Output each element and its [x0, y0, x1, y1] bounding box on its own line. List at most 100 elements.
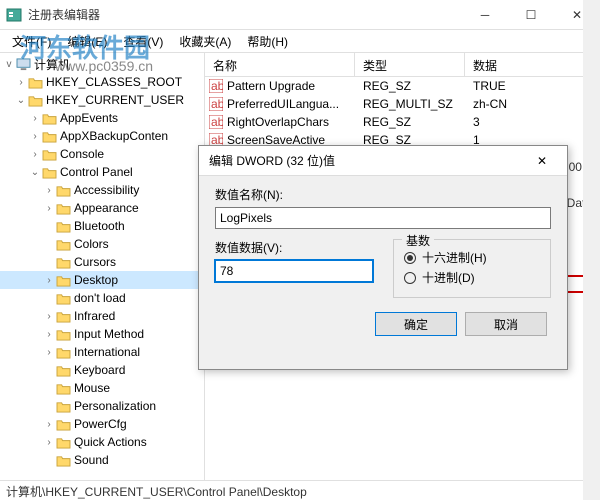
base-fieldset: 基数 十六进制(H) 十进制(D) [393, 239, 551, 298]
statusbar: 计算机\HKEY_CURRENT_USER\Control Panel\Desk… [0, 480, 600, 500]
tree-label: Quick Actions [74, 435, 147, 449]
expander-icon[interactable]: ⌄ [28, 167, 42, 178]
tree-item[interactable]: › Quick Actions [0, 433, 204, 451]
tree-item[interactable]: Sound [0, 451, 204, 469]
tree-label: Console [60, 147, 104, 161]
expander-icon[interactable]: › [42, 185, 56, 196]
tree-item[interactable]: ›Infrared [0, 307, 204, 325]
tree-label: International [74, 345, 140, 359]
tree-label: Personalization [74, 399, 156, 413]
tree-item[interactable]: › Input Method [0, 325, 204, 343]
tree-label: Mouse [74, 381, 110, 395]
radio-dec[interactable]: 十进制(D) [404, 269, 540, 286]
tree-item[interactable]: › Accessibility [0, 181, 204, 199]
maximize-button[interactable]: ☐ [508, 0, 554, 30]
tree-item[interactable]: › International [0, 343, 204, 361]
radio-icon [404, 252, 416, 264]
tree-item[interactable]: › Desktop [0, 271, 204, 289]
tree-item[interactable]: Keyboard [0, 361, 204, 379]
minimize-button[interactable]: ─ [462, 0, 508, 30]
cancel-button[interactable]: 取消 [465, 312, 547, 336]
col-type[interactable]: 类型 [355, 53, 465, 76]
tree-label: Input Method [74, 327, 144, 341]
tree-item[interactable]: Colors [0, 235, 204, 253]
tree-item[interactable]: › Console [0, 145, 204, 163]
value-name-input[interactable] [215, 207, 551, 229]
tree-label: 计算机 [34, 56, 70, 73]
svg-text:ab: ab [211, 79, 223, 93]
tree-item[interactable]: ⌄ Control Panel [0, 163, 204, 181]
menu-favorites[interactable]: 收藏夹(A) [171, 31, 239, 52]
tree-item[interactable]: › AppEvents [0, 109, 204, 127]
registry-tree[interactable]: v 计算机 › HKEY_CLASSES_ROOT ⌄HKEY_CURRENT_US… [0, 53, 205, 480]
tree-item[interactable]: ⌄HKEY_CURRENT_USER [0, 91, 204, 109]
tree-label: HKEY_CLASSES_ROOT [46, 75, 182, 89]
expander-icon[interactable]: › [28, 113, 42, 124]
tree-item[interactable]: › AppXBackupConten [0, 127, 204, 145]
value-data: TRUE [465, 79, 600, 93]
value-row[interactable]: abPattern UpgradeREG_SZTRUE [205, 77, 600, 95]
expander-icon[interactable]: › [14, 77, 28, 88]
tree-item[interactable]: ›Appearance [0, 199, 204, 217]
radio-icon [404, 272, 416, 284]
dialog-close-button[interactable]: ✕ [527, 154, 557, 168]
menu-view[interactable]: 查看(V) [115, 31, 171, 52]
tree-root[interactable]: v 计算机 [0, 55, 204, 73]
menu-help[interactable]: 帮助(H) [239, 31, 296, 52]
expander-icon[interactable]: › [28, 149, 42, 160]
tree-label: Accessibility [74, 183, 139, 197]
status-path: 计算机\HKEY_CURRENT_USER\Control Panel\Desk… [6, 485, 307, 499]
expander-icon[interactable]: › [42, 311, 56, 322]
tree-item[interactable]: Personalization [0, 397, 204, 415]
tree-label: Control Panel [60, 165, 133, 179]
ok-button[interactable]: 确定 [375, 312, 457, 336]
value-type: REG_MULTI_SZ [355, 97, 465, 111]
tree-label: Colors [74, 237, 109, 251]
edit-dword-dialog: 编辑 DWORD (32 位)值 ✕ 数值名称(N): 数值数据(V): 基数 … [198, 145, 568, 370]
value-name-label: 数值名称(N): [215, 186, 551, 203]
list-header: 名称 类型 数据 [205, 53, 600, 77]
radio-hex[interactable]: 十六进制(H) [404, 249, 540, 266]
list-scrollbar[interactable] [583, 77, 600, 480]
value-data-input[interactable] [215, 260, 373, 282]
expander-icon[interactable]: › [42, 437, 56, 448]
dialog-titlebar[interactable]: 编辑 DWORD (32 位)值 ✕ [199, 146, 567, 176]
tree-label: Sound [74, 453, 109, 467]
expander-icon[interactable]: › [42, 329, 56, 340]
svg-text:ab: ab [211, 97, 223, 111]
tree-item[interactable]: Mouse [0, 379, 204, 397]
value-data: zh-CN [465, 97, 600, 111]
value-name: PreferredUILangua... [227, 97, 339, 111]
value-data: 3 [465, 115, 600, 129]
expander-icon[interactable]: › [28, 131, 42, 142]
tree-label: don't load [74, 291, 126, 305]
value-name: Pattern Upgrade [227, 79, 315, 93]
value-row[interactable]: ab PreferredUILangua... REG_MULTI_SZzh-CN [205, 95, 600, 113]
tree-item[interactable]: Bluetooth [0, 217, 204, 235]
expander-icon[interactable]: › [42, 419, 56, 430]
radio-hex-label: 十六进制(H) [422, 249, 487, 266]
value-row[interactable]: abRightOverlapCharsREG_SZ3 [205, 113, 600, 131]
tree-item[interactable]: Cursors [0, 253, 204, 271]
tree-label: Cursors [74, 255, 116, 269]
tree-label: PowerCfg [74, 417, 127, 431]
expander-icon[interactable]: ⌄ [14, 95, 28, 106]
expander-icon[interactable]: › [42, 275, 56, 286]
tree-label: Bluetooth [74, 219, 125, 233]
tree-item[interactable]: › PowerCfg [0, 415, 204, 433]
tree-label: Desktop [74, 273, 118, 287]
expander-icon[interactable]: › [42, 347, 56, 358]
menubar: 文件(F) 编辑(E) 查看(V) 收藏夹(A) 帮助(H) [0, 30, 600, 52]
expander-icon[interactable]: v [2, 59, 16, 70]
col-data[interactable]: 数据 [465, 53, 600, 76]
svg-text:ab: ab [211, 115, 223, 129]
tree-item[interactable]: › HKEY_CLASSES_ROOT [0, 73, 204, 91]
expander-icon[interactable]: › [42, 203, 56, 214]
tree-item[interactable]: don't load [0, 289, 204, 307]
tree-label: AppXBackupConten [60, 129, 168, 143]
tree-label: AppEvents [60, 111, 118, 125]
menu-file[interactable]: 文件(F) [4, 31, 59, 52]
regedit-icon [6, 7, 22, 23]
col-name[interactable]: 名称 [205, 53, 355, 76]
menu-edit[interactable]: 编辑(E) [59, 31, 115, 52]
